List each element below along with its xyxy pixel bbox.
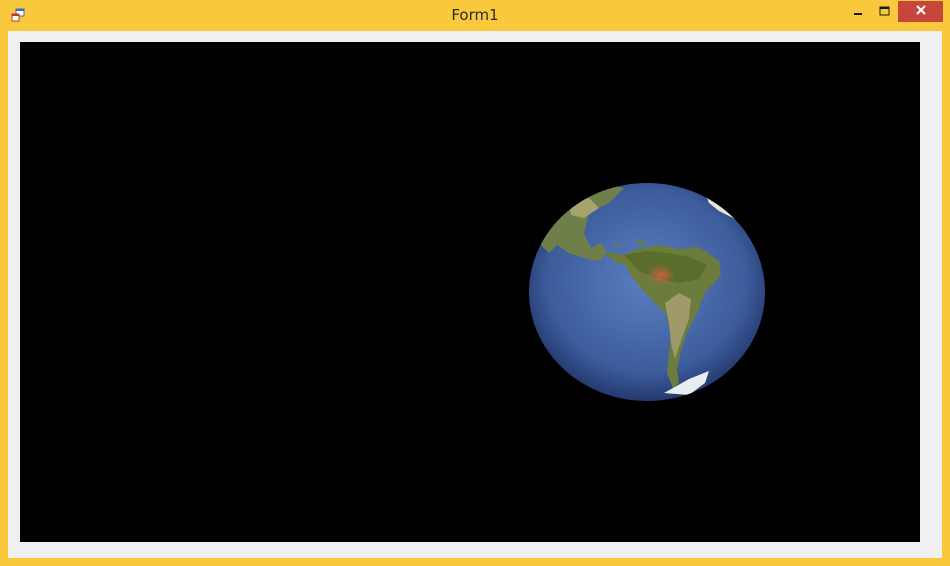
render-viewport[interactable]: [20, 42, 920, 542]
maximize-button[interactable]: [871, 1, 898, 22]
close-icon: [915, 3, 927, 21]
earth-globe: [529, 183, 765, 401]
minimize-button[interactable]: [845, 1, 871, 22]
minimize-icon: [853, 3, 863, 21]
close-button[interactable]: [898, 1, 943, 22]
window-title: Form1: [451, 6, 499, 24]
maximize-icon: [879, 3, 890, 21]
app-window: Form1: [0, 0, 950, 566]
title-bar[interactable]: Form1: [0, 0, 950, 31]
form-client-area: [8, 31, 942, 558]
